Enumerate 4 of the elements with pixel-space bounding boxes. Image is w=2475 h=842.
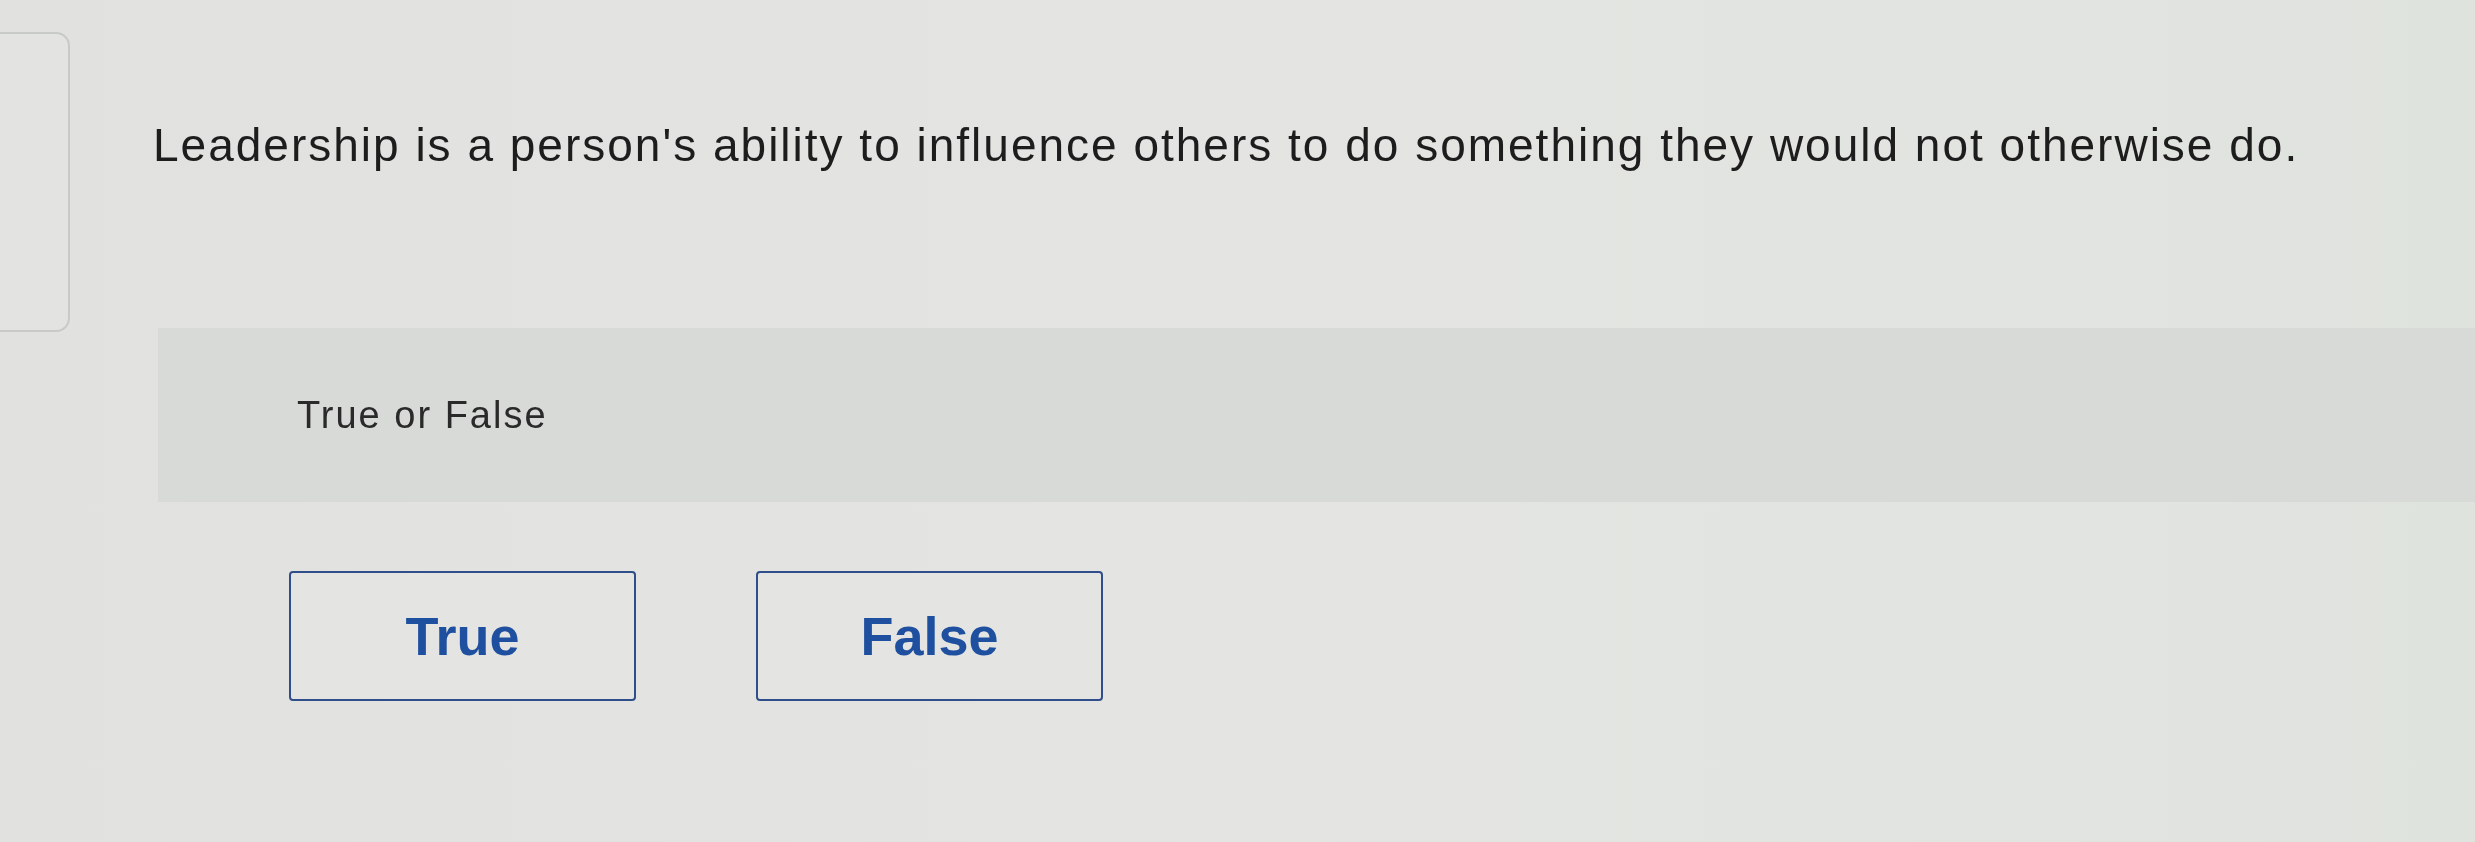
- prompt-text: True or False: [297, 393, 548, 437]
- answer-button[interactable]: False: [756, 571, 1103, 701]
- question-text: Leadership is a person's ability to influence others to do something they would not otherwise do.: [153, 118, 2300, 172]
- answer-button[interactable]: True: [289, 571, 636, 701]
